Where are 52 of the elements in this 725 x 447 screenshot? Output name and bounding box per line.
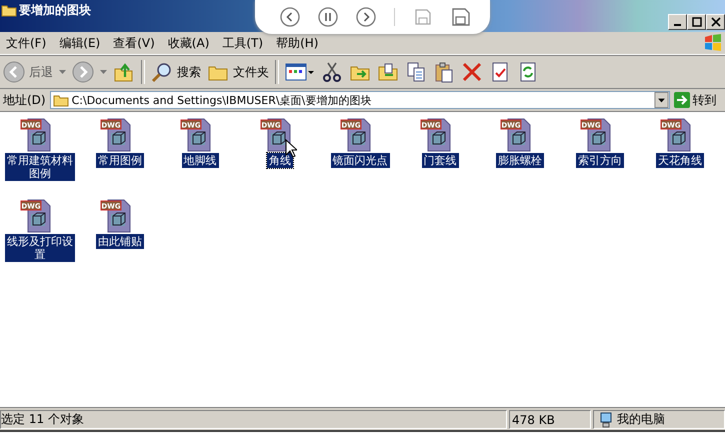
file-name[interactable]: 镜面闪光点 [330,153,390,168]
file-name[interactable]: 角线 [267,153,293,168]
menu-item[interactable]: 编辑(E) [53,34,108,52]
go-button[interactable]: 转到 [674,92,717,108]
address-field[interactable]: C:\Documents and Settings\IBMUSER\桌面\要增加的图块 [50,91,670,109]
next-icon[interactable] [356,7,376,27]
close-icon [710,17,720,27]
up-folder-icon[interactable] [113,61,135,83]
file-name[interactable]: 由此铺贴 [96,234,144,249]
file-name[interactable]: 索引方向 [576,153,624,168]
pause-icon[interactable] [318,7,338,27]
minimize-icon [674,24,681,26]
menu-item[interactable]: 查看(V) [107,34,162,52]
file-name[interactable]: 地脚线 [182,153,218,168]
delete-icon[interactable] [461,61,483,83]
menu-item[interactable]: 帮助(H) [270,34,326,52]
minimize-button[interactable] [668,14,687,30]
maximize-button[interactable] [687,14,706,30]
file-name[interactable]: 常用图例 [96,153,144,168]
maximize-icon [692,17,702,27]
status-message: 选定 11 个对象 [0,410,507,429]
status-zone: 我的电脑 [617,411,665,428]
menu-item[interactable]: 文件(F) [0,34,54,52]
close-button[interactable] [706,14,725,30]
caret-icon[interactable] [59,70,66,74]
search-icon [151,61,173,83]
folders-button[interactable]: 文件夹 [207,61,269,83]
windows-logo-icon [703,33,723,53]
paste-icon[interactable] [433,61,455,83]
address-label: 地址(D) [3,92,46,108]
save-all-icon[interactable] [451,7,471,27]
cut-icon[interactable] [321,61,343,83]
search-button[interactable]: 搜索 [151,61,201,83]
menu-item[interactable]: 工具(T) [216,34,270,52]
file-name[interactable]: 常用建筑材料图例 [5,153,75,181]
previous-icon[interactable] [280,7,300,27]
back-button[interactable]: 后退 [3,61,53,83]
computer-icon [598,412,614,428]
menu-item[interactable]: 收藏(A) [162,34,216,52]
file-name[interactable]: 线形及打印设置 [5,234,75,262]
copy-to-folder-icon[interactable] [377,61,399,83]
copy-icon[interactable] [405,61,427,83]
status-size: 478 KB [509,410,591,429]
file-name[interactable]: 门套线 [422,153,458,168]
forward-icon[interactable] [72,61,94,83]
dropdown-button[interactable] [654,92,669,108]
file-name[interactable]: 天花角线 [656,153,704,168]
file-name[interactable]: 膨胀螺栓 [496,153,544,168]
views-icon[interactable] [285,61,315,83]
caret-icon[interactable] [100,70,107,74]
window-title: 要增加的图块 [19,2,91,18]
go-arrow-icon [674,92,690,108]
